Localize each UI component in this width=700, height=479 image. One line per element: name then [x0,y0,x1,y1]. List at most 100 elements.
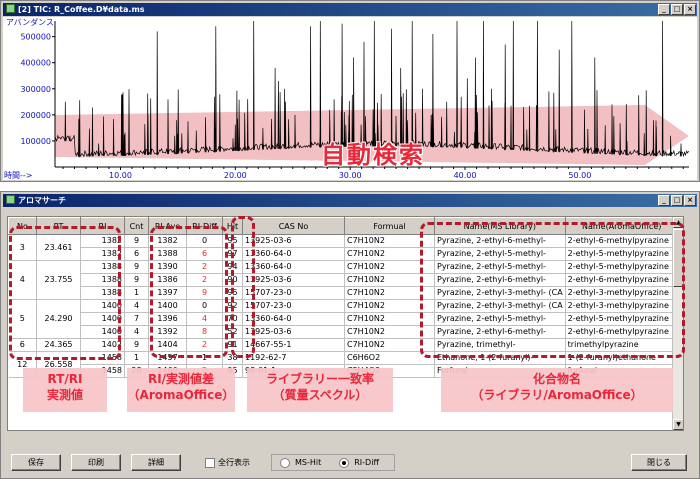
ms-hit-radio[interactable] [280,457,290,468]
aromaoffice-name-cell: 2-ethyl-5-methylpyrazine [565,312,679,326]
count-cell: 9 [124,338,149,352]
ri-diff-cell: 2 [186,260,223,274]
y-tick-label: 400000 [20,59,51,68]
close-icon-button[interactable]: × [684,195,696,206]
scroll-up-icon[interactable]: ▲ [673,217,683,228]
ri-diff-cell: 4 [186,312,223,326]
column-header[interactable]: Cnt [124,217,149,235]
ri-cell: 1388 [80,260,125,274]
show-all-rows-label: 全行表示 [218,458,250,467]
cas-number-cell: 13925-03-6 [242,273,345,287]
column-header[interactable]: RI-Ave [148,217,187,235]
cas-number-cell: 13360-64-0 [242,247,345,261]
minimize-button[interactable]: _ [658,195,670,206]
aroma-search-title: アロマサーチ [18,196,66,205]
ri-diff-callout-line2: （AromaOffice） [127,388,235,402]
sort-mode-group: MS-Hit RI-Diff [271,454,395,471]
retention-time-cell: 23.755 [36,260,81,300]
cas-number-cell: 13360-64-0 [242,260,345,274]
column-header[interactable]: Formual [344,217,435,235]
formula-cell: C7H10N2 [344,247,435,261]
table-row[interactable]: 1388 1 1397 9 95 15707-23-0 C7H10N2 Pyrazine, 2… [9,286,679,300]
vertical-scrollbar[interactable]: ▲ ▼ [672,217,683,430]
ri-average-cell: 1396 [148,312,187,326]
chart-window-icon [6,4,15,13]
compound-name-callout: 化合物名 （ライブラリ/AromaOffice） [441,368,673,412]
y-tick-label: 500000 [20,33,51,42]
count-cell: 7 [124,312,149,326]
results-table: No RT RI Cnt RI-Ave RI-Diff Hit CAS No Formual Na… [8,217,679,378]
table-row[interactable]: 1400 4 1392 8 52 13925-03-6 C7H10N2 Pyrazine, 2… [9,325,679,339]
column-header[interactable]: RT [36,217,81,235]
ri-diff-cell: 2 [186,273,223,287]
column-header[interactable]: RI [80,217,125,235]
table-row[interactable]: 3 23.461 1382 9 1382 0 95 13925-03-6 C7H10N2 Pyra… [8,234,679,261]
scroll-thumb[interactable] [673,229,683,287]
x-tick-label: 30.00 [339,171,362,180]
rt-ri-callout: RT/RI 実測値 [23,368,107,412]
formula-cell: C7H10N2 [344,286,435,300]
show-all-rows-checkbox[interactable]: 全行表示 [205,457,250,468]
detail-button[interactable]: 詳細 [131,454,181,471]
table-row[interactable]: 1382 6 1388 6 97 13360-64-0 C7H10N2 Pyrazine, 2… [9,247,679,261]
count-cell: 9 [124,273,149,287]
table-row[interactable]: 6 24.365 1402 9 1404 2 91 14667-55-1 C7H10N2 Pyra… [8,338,679,352]
count-cell: 1 [124,286,149,300]
scroll-down-icon[interactable]: ▼ [673,419,683,430]
column-header[interactable]: Hit [222,217,243,235]
cas-number-cell: 15707-23-0 [242,299,345,313]
close-button[interactable]: 閉じる [631,454,687,471]
column-header[interactable]: Name(MS Library) [434,217,566,235]
chromatogram-window: [2] TIC: R_Coffee.D¥data.ms _ □ × 500000… [0,0,700,182]
ri-diff-cell: 1 [186,351,223,365]
aromaoffice-name-cell: 2-ethyl-5-methylpyrazine [565,260,679,274]
aroma-search-titlebar: アロマサーチ _ □ × [3,194,697,207]
ri-diff-cell: 0 [186,234,223,248]
maximize-button[interactable]: □ [671,4,683,15]
ms-library-name-cell: Pyrazine, 2-ethyl-3-methyl- (CA [434,286,566,300]
hit-cell: 94 [222,260,243,274]
formula-cell: C7H10N2 [344,338,435,352]
table-row[interactable]: 12 26.558 1458 1 1457 1 38 1192-62-7 C6H6O2 Ethan… [8,351,679,378]
retention-time-cell: 24.365 [36,338,81,352]
ri-cell: 1458 [80,351,125,365]
column-header[interactable]: RI-Diff [186,217,223,235]
column-header[interactable]: No [8,217,37,235]
aromaoffice-name-cell: 2-ethyl-6-methylpyrazine [565,325,679,339]
match-rate-callout: ライブラリー一致率 （質量スペクル） [247,368,393,412]
table-row[interactable]: 5 24.290 1400 4 1400 0 92 15707-23-0 C7H10N2 Pyra… [8,299,679,339]
hit-cell: 91 [222,338,243,352]
checkbox-box[interactable] [205,457,215,468]
print-button[interactable]: 印刷 [71,454,121,471]
hit-cell: 52 [222,325,243,339]
peak-number-cell: 6 [8,338,37,352]
ri-average-cell: 1404 [148,338,187,352]
table-row[interactable]: 1400 7 1396 4 70 13360-64-0 C7H10N2 Pyrazine, 2… [9,312,679,326]
x-tick-label: 10.00 [109,171,132,180]
compound-name-callout-line2: （ライブラリ/AromaOffice） [471,388,643,402]
table-row[interactable]: 1388 9 1386 2 90 13925-03-6 C7H10N2 Pyrazine, 2… [9,273,679,287]
close-icon-button[interactable]: × [684,4,696,15]
y-tick-label: 100000 [20,137,51,146]
save-button[interactable]: 保存 [11,454,61,471]
maximize-button[interactable]: □ [671,195,683,206]
ri-diff-radio[interactable] [339,457,350,468]
formula-cell: C7H10N2 [344,260,435,274]
column-header[interactable]: CAS No [242,217,345,235]
chromatogram-title: [2] TIC: R_Coffee.D¥data.ms [18,5,145,14]
ri-cell: 1382 [80,234,125,248]
count-cell: 4 [124,299,149,313]
y-axis-label: アバンダンス [6,17,54,27]
ri-cell: 1382 [80,247,125,261]
cas-number-cell: 15707-23-0 [242,286,345,300]
ri-diff-cell: 9 [186,286,223,300]
compound-name-callout-line1: 化合物名 [532,372,581,386]
minimize-button[interactable]: _ [658,4,670,15]
column-header[interactable]: Name(AromaOffice) [564,217,679,235]
ms-library-name-cell: Pyrazine, 2-ethyl-6-methyl- [434,273,566,287]
ri-cell: 1388 [80,273,125,287]
peak-number-cell: 3 [8,234,37,261]
peak-number-cell: 5 [8,299,37,339]
table-row[interactable]: 4 23.755 1388 9 1390 2 94 13360-64-0 C7H10N2 Pyra… [8,260,679,300]
hit-cell: 90 [222,273,243,287]
